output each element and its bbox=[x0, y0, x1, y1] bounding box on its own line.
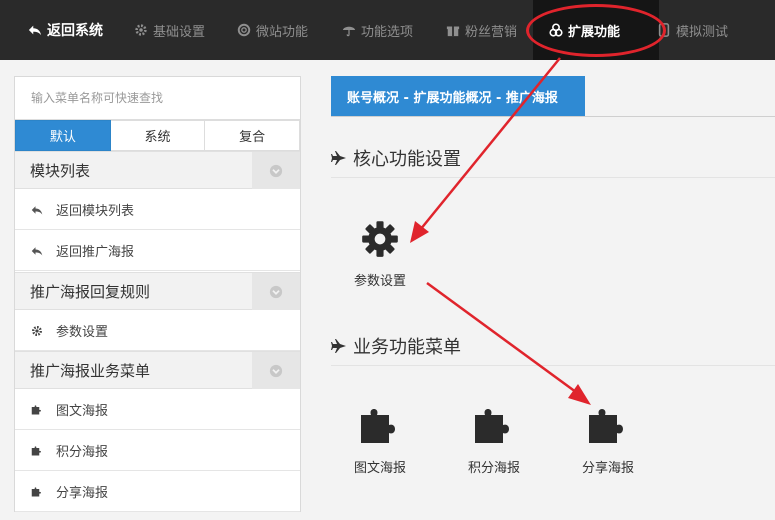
gear-icon bbox=[32, 325, 42, 336]
menu-item-label: 参数设置 bbox=[56, 325, 109, 340]
lifebuoy-icon bbox=[237, 23, 251, 37]
gear-icon bbox=[362, 221, 398, 257]
group-toggle[interactable] bbox=[252, 273, 300, 310]
menu-item-label: 图文海报 bbox=[56, 404, 109, 419]
tab-system[interactable]: 系统 bbox=[110, 120, 206, 151]
umbrella-icon bbox=[342, 26, 356, 37]
nav-fan-marketing[interactable]: 粉丝营销 bbox=[446, 0, 517, 60]
menu-item-label: 积分海报 bbox=[56, 445, 109, 460]
reply-icon bbox=[28, 25, 42, 36]
tile-label: 分享海报 bbox=[581, 461, 634, 476]
menu-search-input[interactable] bbox=[15, 77, 300, 120]
gift-icon bbox=[446, 26, 460, 37]
divider bbox=[331, 365, 775, 366]
divider bbox=[331, 116, 775, 117]
gear-icon bbox=[135, 24, 147, 36]
puzzle-icon bbox=[475, 409, 509, 443]
menu-item-back-module-list[interactable]: 返回模块列表 bbox=[15, 190, 300, 230]
divider bbox=[331, 177, 775, 178]
sidebar-tabs: 默认 系统 复合 bbox=[15, 120, 301, 151]
puzzle-icon bbox=[361, 409, 395, 443]
tile-label: 积分海报 bbox=[467, 461, 520, 476]
chevron-circle-down-icon bbox=[269, 364, 283, 377]
nav-simulation-test[interactable]: 模拟测试 bbox=[657, 0, 728, 60]
group-title: 推广海报回复规则 bbox=[30, 282, 151, 301]
menu-item-points-poster[interactable]: 积分海报 bbox=[15, 431, 300, 471]
reply-icon bbox=[31, 246, 43, 255]
back-label: 返回系统 bbox=[47, 23, 103, 39]
group-header-business-menu[interactable]: 推广海报业务菜单 bbox=[15, 351, 300, 389]
tile-param-settings[interactable]: 参数设置 bbox=[330, 220, 430, 289]
core-section-title: 核心功能设置 bbox=[331, 144, 461, 172]
tab-composite[interactable]: 复合 bbox=[205, 120, 301, 151]
reply-icon bbox=[31, 205, 43, 214]
menu-item-image-poster[interactable]: 图文海报 bbox=[15, 390, 300, 430]
nav-feature-options[interactable]: 功能选项 bbox=[342, 0, 413, 60]
highlight-annotation-ring bbox=[526, 4, 666, 57]
nav-label: 粉丝营销 bbox=[465, 24, 518, 40]
tile-share-poster[interactable]: 分享海报 bbox=[558, 405, 658, 476]
chevron-circle-down-icon bbox=[269, 285, 283, 298]
menu-item-label: 返回推广海报 bbox=[56, 245, 135, 260]
menu-item-label: 返回模块列表 bbox=[56, 204, 135, 219]
nav-label: 微站功能 bbox=[256, 24, 309, 40]
tile-label: 图文海报 bbox=[353, 461, 406, 476]
sidebar: 默认 系统 复合 模块列表 返回模块列表 返回推广海报 推广海报回复规则 参数设… bbox=[14, 76, 301, 512]
tile-image-poster[interactable]: 图文海报 bbox=[330, 405, 430, 476]
puzzle-icon bbox=[31, 445, 41, 455]
section-title-text: 业务功能菜单 bbox=[353, 337, 461, 358]
nav-micro-site[interactable]: 微站功能 bbox=[237, 0, 308, 60]
tab-default[interactable]: 默认 bbox=[15, 120, 111, 151]
breadcrumb[interactable]: 账号概况 - 扩展功能概况 - 推广海报 bbox=[331, 76, 585, 117]
puzzle-icon bbox=[31, 404, 41, 414]
puzzle-icon bbox=[589, 409, 623, 443]
back-to-system-link[interactable]: 返回系统 bbox=[28, 0, 103, 60]
tile-points-poster[interactable]: 积分海报 bbox=[444, 405, 544, 476]
group-toggle[interactable] bbox=[252, 152, 300, 189]
section-title-text: 核心功能设置 bbox=[353, 149, 461, 170]
menu-item-label: 分享海报 bbox=[56, 486, 109, 501]
tile-label: 参数设置 bbox=[353, 274, 406, 289]
menu-item-param-settings[interactable]: 参数设置 bbox=[15, 311, 300, 351]
business-section-title: 业务功能菜单 bbox=[331, 332, 461, 360]
group-title: 模块列表 bbox=[30, 161, 91, 180]
nav-label: 模拟测试 bbox=[676, 24, 729, 40]
nav-basic-settings[interactable]: 基础设置 bbox=[134, 0, 205, 60]
plane-icon bbox=[331, 339, 346, 353]
group-title: 推广海报业务菜单 bbox=[30, 361, 151, 380]
plane-icon bbox=[331, 151, 346, 165]
group-header-reply-rules[interactable]: 推广海报回复规则 bbox=[15, 272, 300, 310]
nav-label: 功能选项 bbox=[361, 24, 414, 40]
menu-item-share-poster[interactable]: 分享海报 bbox=[15, 472, 300, 512]
menu-item-back-poster[interactable]: 返回推广海报 bbox=[15, 231, 300, 271]
group-header-module-list[interactable]: 模块列表 bbox=[15, 151, 300, 189]
puzzle-icon bbox=[31, 486, 41, 496]
chevron-circle-down-icon bbox=[269, 164, 283, 177]
annotation-arrowhead bbox=[568, 384, 591, 405]
nav-label: 基础设置 bbox=[153, 24, 206, 40]
group-toggle[interactable] bbox=[252, 352, 300, 389]
